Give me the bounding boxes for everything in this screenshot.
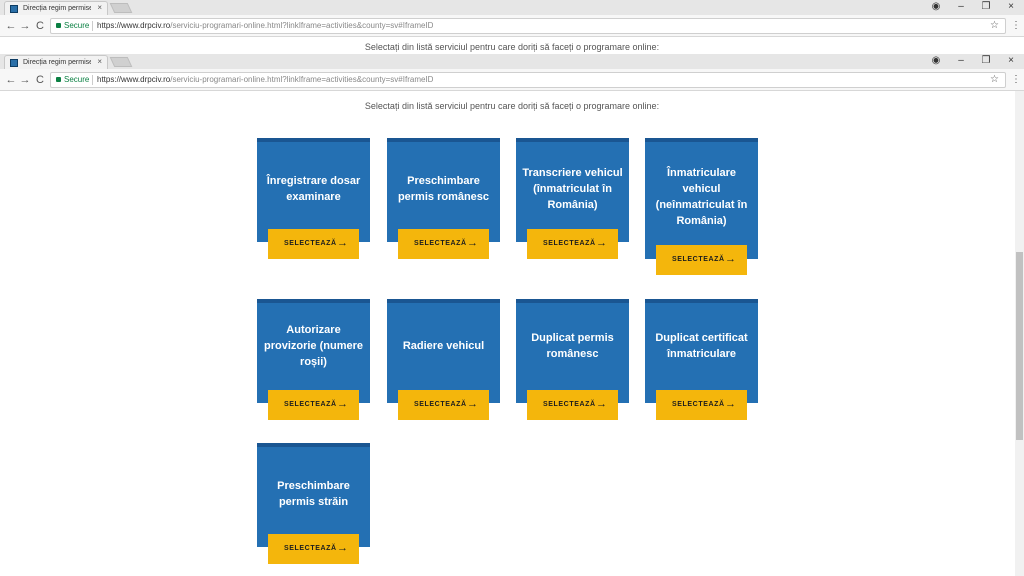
browser-toolbar: ← → C Secure https://www.drpciv.ro/servi… <box>0 69 1024 91</box>
service-card-title: Autorizare provizorie (numere roșii) <box>263 324 364 368</box>
scrollbar-thumb[interactable] <box>1016 252 1023 440</box>
service-card-title: Transcriere vehicul (înmatriculat în Rom… <box>522 167 623 211</box>
service-card-title: Înmatriculare vehicul (neînmatriculat în… <box>655 167 748 227</box>
bookmark-star-icon[interactable]: ☆ <box>990 74 999 86</box>
select-button-label: SELECTEAZĂ <box>414 401 467 408</box>
arrow-right-icon: → <box>467 398 478 410</box>
lock-icon <box>56 23 61 28</box>
service-card: Înmatriculare vehicul (neînmatriculat în… <box>645 138 758 259</box>
arrow-right-icon: → <box>337 398 348 410</box>
service-card: Autorizare provizorie (numere roșii) <box>257 299 370 403</box>
site-favicon-icon <box>10 5 18 13</box>
reload-button[interactable]: C <box>33 19 47 33</box>
divider <box>92 21 93 31</box>
back-button[interactable]: ← <box>4 19 18 33</box>
forward-button[interactable]: → <box>18 19 32 33</box>
arrow-right-icon: → <box>725 398 736 410</box>
service-card-title: Radiere vehicul <box>402 340 485 352</box>
page-heading: Selectați din listă serviciul pentru car… <box>364 101 660 111</box>
tab-close-icon[interactable]: × <box>97 56 102 68</box>
url-text[interactable]: https://www.drpciv.ro/serviciu-programar… <box>97 74 433 86</box>
select-button-label: SELECTEAZĂ <box>543 401 596 408</box>
service-card-title: Duplicat permis românesc <box>531 332 614 360</box>
url-path: /serviciu-programari-online.html?linkIfr… <box>170 75 434 84</box>
arrow-right-icon: → <box>725 253 736 265</box>
service-card: Radiere vehicul <box>387 299 500 403</box>
select-button-label: SELECTEAZĂ <box>284 545 337 552</box>
url-path: /serviciu-programari-online.html?linkIfr… <box>170 21 434 30</box>
browser-window-chrome: Direcția regim permise de × ◉ – ❐ × ← → … <box>0 0 1024 37</box>
partially-hidden-heading: Selectați din listă serviciul pentru car… <box>364 42 660 52</box>
arrow-right-icon: → <box>596 398 607 410</box>
select-button-label: SELECTEAZĂ <box>543 240 596 247</box>
service-card: Transcriere vehicul (înmatriculat în Rom… <box>516 138 629 242</box>
select-service-button[interactable]: SELECTEAZĂ → <box>398 229 489 259</box>
secure-label: Secure <box>64 21 90 30</box>
browser-menu-icon[interactable]: ⋮ <box>1011 19 1021 33</box>
select-button-label: SELECTEAZĂ <box>414 240 467 247</box>
service-card: Duplicat permis românesc <box>516 299 629 403</box>
service-card: Preschimbare permis românesc <box>387 138 500 242</box>
tab-close-icon[interactable]: × <box>97 2 102 14</box>
minimize-button[interactable]: – <box>949 54 973 68</box>
new-tab-button[interactable] <box>109 3 133 13</box>
select-button-label: SELECTEAZĂ <box>284 240 337 247</box>
bookmark-star-icon[interactable]: ☆ <box>990 20 999 32</box>
select-service-button[interactable]: SELECTEAZĂ → <box>268 390 359 420</box>
browser-window-chrome-overlay: Direcția regim permise de × ◉ – ❐ × ← → … <box>0 54 1024 91</box>
tab-strip: Direcția regim permise de × ◉ – ❐ × <box>0 0 1024 15</box>
select-button-label: SELECTEAZĂ <box>672 256 725 263</box>
browser-tab[interactable]: Direcția regim permise de × <box>4 55 108 69</box>
reload-button[interactable]: C <box>33 73 47 87</box>
url-base: https://www.drpciv.ro <box>97 21 171 30</box>
browser-menu-icon[interactable]: ⋮ <box>1011 73 1021 87</box>
browser-tab[interactable]: Direcția regim permise de × <box>4 1 108 15</box>
arrow-right-icon: → <box>337 237 348 249</box>
arrow-right-icon: → <box>337 542 348 554</box>
select-service-button[interactable]: SELECTEAZĂ → <box>268 534 359 564</box>
service-card: Înregistrare dosar examinare <box>257 138 370 242</box>
tab-strip: Direcția regim permise de × ◉ – ❐ × <box>0 54 1024 69</box>
url-base: https://www.drpciv.ro <box>97 75 171 84</box>
close-window-button[interactable]: × <box>999 0 1023 14</box>
user-icon[interactable]: ◉ <box>924 54 948 68</box>
select-service-button[interactable]: SELECTEAZĂ → <box>268 229 359 259</box>
arrow-right-icon: → <box>596 237 607 249</box>
select-service-button[interactable]: SELECTEAZĂ → <box>527 390 618 420</box>
secure-label: Secure <box>64 75 90 84</box>
service-card-title: Duplicat certificat înmatriculare <box>655 332 748 360</box>
select-service-button[interactable]: SELECTEAZĂ → <box>656 390 747 420</box>
new-tab-button[interactable] <box>109 57 133 67</box>
close-window-button[interactable]: × <box>999 54 1023 68</box>
select-button-label: SELECTEAZĂ <box>672 401 725 408</box>
tab-title: Direcția regim permise de <box>23 5 91 12</box>
address-bar[interactable]: Secure https://www.drpciv.ro/serviciu-pr… <box>50 72 1006 88</box>
back-button[interactable]: ← <box>4 73 18 87</box>
divider <box>92 75 93 85</box>
service-card-title: Preschimbare permis străin <box>277 480 350 508</box>
select-service-button[interactable]: SELECTEAZĂ → <box>527 229 618 259</box>
service-card-title: Preschimbare permis românesc <box>397 175 490 203</box>
select-button-label: SELECTEAZĂ <box>284 401 337 408</box>
lock-icon <box>56 77 61 82</box>
site-favicon-icon <box>10 59 18 67</box>
tab-title: Direcția regim permise de <box>23 59 91 66</box>
restore-button[interactable]: ❐ <box>974 54 998 68</box>
service-card-title: Înregistrare dosar examinare <box>266 175 361 203</box>
select-service-button[interactable]: SELECTEAZĂ → <box>656 245 747 275</box>
address-bar[interactable]: Secure https://www.drpciv.ro/serviciu-pr… <box>50 18 1006 34</box>
arrow-right-icon: → <box>467 237 478 249</box>
url-text[interactable]: https://www.drpciv.ro/serviciu-programar… <box>97 20 433 32</box>
forward-button[interactable]: → <box>18 73 32 87</box>
minimize-button[interactable]: – <box>949 0 973 14</box>
browser-toolbar: ← → C Secure https://www.drpciv.ro/servi… <box>0 15 1024 37</box>
select-service-button[interactable]: SELECTEAZĂ → <box>398 390 489 420</box>
restore-button[interactable]: ❐ <box>974 0 998 14</box>
service-card: Duplicat certificat înmatriculare <box>645 299 758 403</box>
service-card: Preschimbare permis străin <box>257 443 370 547</box>
user-icon[interactable]: ◉ <box>924 0 948 14</box>
